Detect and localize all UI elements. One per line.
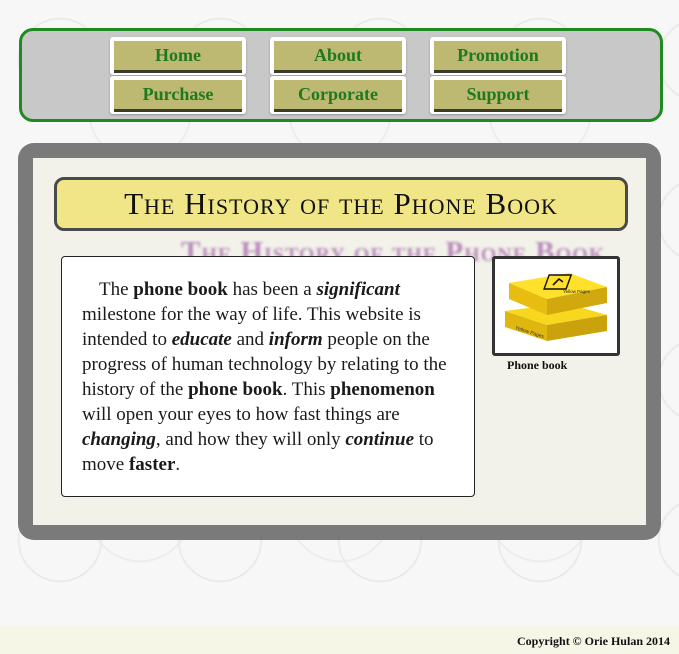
paragraph-segment: . This xyxy=(282,379,331,400)
paragraph-segment: faster xyxy=(128,454,176,475)
content-panel: The History of the Phone Book The Histor… xyxy=(33,158,646,525)
paragraph-segment: phenomenon xyxy=(330,379,435,400)
page-title: The History of the Phone Book xyxy=(54,177,628,231)
nav-button-support[interactable]: Support xyxy=(430,76,566,114)
book-cover-text-top: Yellow Pages xyxy=(563,289,591,294)
paragraph-segment: significant xyxy=(316,279,400,300)
nav-button-home-label[interactable]: Home xyxy=(114,41,242,73)
paragraph-segment: will open your eyes to how fast things a… xyxy=(82,404,400,425)
copyright-text: Copyright © Orie Hulan 2014 xyxy=(517,634,670,648)
phone-book-image: Yellow Pages Yellow Pages xyxy=(492,256,620,356)
paragraph-segment: , and how they will only xyxy=(155,429,346,450)
footer: Copyright © Orie Hulan 2014 xyxy=(0,626,679,654)
nav-button-purchase[interactable]: Purchase xyxy=(110,76,246,114)
image-caption: Phone book xyxy=(507,358,568,372)
main-navigation: Home About Promotion Purchase Corporate … xyxy=(19,28,663,122)
intro-text-card: The phone book has been a significant mi… xyxy=(61,256,475,497)
paragraph-segment: educate xyxy=(171,329,232,350)
nav-button-about[interactable]: About xyxy=(270,37,406,75)
nav-button-promotion-label[interactable]: Promotion xyxy=(434,41,562,73)
nav-button-corporate-label[interactable]: Corporate xyxy=(274,80,402,112)
paragraph-segment: The xyxy=(99,279,134,300)
paragraph-segment: changing xyxy=(82,429,156,450)
nav-button-purchase-label[interactable]: Purchase xyxy=(114,80,242,112)
nav-button-corporate[interactable]: Corporate xyxy=(270,76,406,114)
nav-button-promotion[interactable]: Promotion xyxy=(430,37,566,75)
paragraph-segment: inform xyxy=(268,329,323,350)
paragraph-segment: and xyxy=(231,329,269,350)
intro-paragraph: The phone book has been a significant mi… xyxy=(82,277,458,477)
content-frame: The History of the Phone Book The Histor… xyxy=(18,143,661,540)
paragraph-segment: continue xyxy=(345,429,414,450)
paragraph-segment: phone book xyxy=(188,379,283,400)
paragraph-segment: has been a xyxy=(227,279,317,300)
nav-button-about-label[interactable]: About xyxy=(274,41,402,73)
paragraph-segment: . xyxy=(175,454,181,475)
nav-button-support-label[interactable]: Support xyxy=(434,80,562,112)
phone-book-icon: Yellow Pages Yellow Pages xyxy=(495,259,617,353)
nav-button-home[interactable]: Home xyxy=(110,37,246,75)
paragraph-segment: phone book xyxy=(133,279,228,300)
